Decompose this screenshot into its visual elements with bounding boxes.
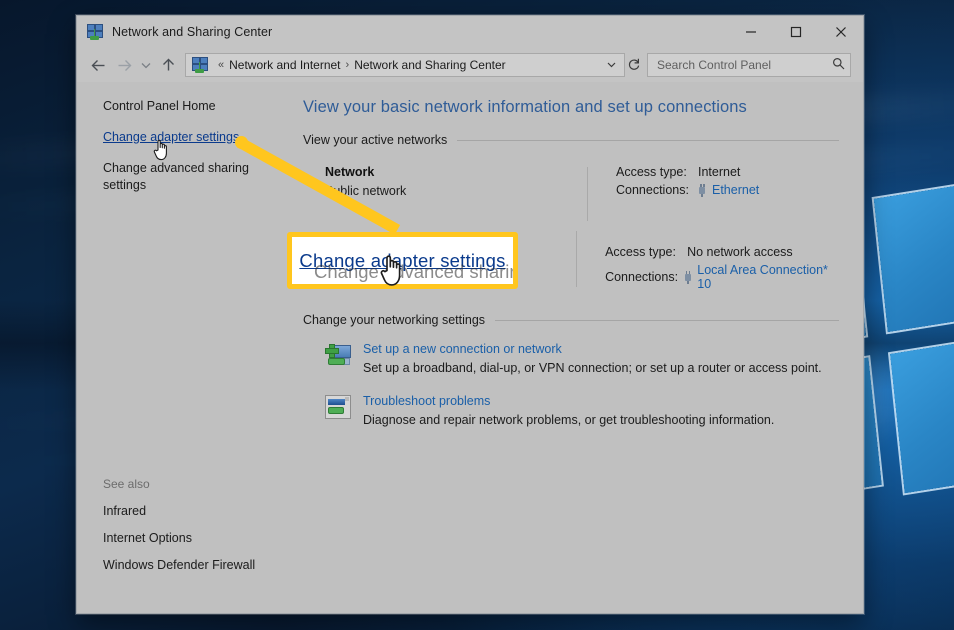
troubleshoot-icon	[325, 393, 363, 427]
task-troubleshoot-problems[interactable]: Troubleshoot problems Diagnose and repai…	[299, 393, 839, 427]
main-content: View your basic network information and …	[283, 82, 863, 613]
window-body: Control Panel Home Change adapter settin…	[77, 82, 863, 613]
window-titlebar: Network and Sharing Center	[77, 16, 863, 48]
task-text: Troubleshoot problems Diagnose and repai…	[363, 393, 774, 427]
sidebar-item-change-adapter-settings-wrap: Change adapter settings	[103, 129, 263, 146]
breadcrumb-separator: ›	[345, 59, 350, 71]
see-also-section: See also Infrared Internet Options Windo…	[103, 477, 273, 585]
see-also-item-internet-options[interactable]: Internet Options	[103, 531, 273, 545]
search-icon[interactable]	[832, 57, 845, 73]
address-bar[interactable]: « Network and Internet › Network and Sha…	[185, 53, 625, 77]
breadcrumb-item-network-and-internet[interactable]: Network and Internet	[229, 58, 340, 72]
back-arrow-icon[interactable]	[85, 52, 111, 78]
up-arrow-icon[interactable]	[155, 52, 181, 78]
task-link-set-up-new-connection[interactable]: Set up a new connection or network	[363, 342, 822, 356]
address-bar-row: « Network and Internet › Network and Sha…	[77, 48, 863, 82]
chevron-down-icon[interactable]	[603, 60, 620, 71]
connections-label: Connections:	[616, 183, 689, 197]
network-name: Network	[325, 165, 375, 179]
network-type: Public network	[325, 184, 407, 198]
connections-row: Connections: Local Area Connection* 10	[605, 263, 839, 291]
active-networks-heading-text: View your active networks	[303, 133, 448, 147]
minimize-button[interactable]	[728, 16, 773, 48]
heading-rule	[457, 139, 839, 141]
new-connection-icon	[325, 341, 363, 375]
window-controls	[728, 16, 863, 48]
network-sharing-center-icon	[191, 57, 208, 73]
sidebar-item-change-advanced-sharing-settings[interactable]: Change advanced sharing settings	[103, 160, 263, 194]
close-button[interactable]	[818, 16, 863, 48]
task-description: Diagnose and repair network problems, or…	[363, 413, 775, 427]
heading-rule	[495, 319, 839, 321]
see-also-label: See also	[103, 477, 150, 491]
task-set-up-new-connection[interactable]: Set up a new connection or network Set u…	[299, 341, 839, 375]
sidebar: Control Panel Home Change adapter settin…	[77, 82, 283, 613]
windows-logo-pane	[873, 175, 954, 333]
access-type-label: Access type:	[616, 165, 687, 179]
maximize-button[interactable]	[773, 16, 818, 48]
connections-row: Connections: Ethernet	[616, 183, 759, 197]
forward-arrow-icon	[111, 52, 137, 78]
breadcrumb[interactable]: « Network and Internet › Network and Sha…	[191, 57, 603, 73]
access-type-row: Access type: No network access	[605, 245, 839, 259]
search-input[interactable]	[655, 57, 832, 73]
network-adapter-icon	[684, 270, 692, 284]
network-and-sharing-center-window: Network and Sharing Center « Network and…	[76, 15, 864, 614]
sidebar-item-change-adapter-settings[interactable]: Change adapter settings	[103, 130, 239, 144]
network-adapter-icon	[698, 183, 706, 197]
network-details: Access type: No network access Connectio…	[577, 229, 839, 295]
see-also-item-infrared[interactable]: Infrared	[103, 504, 273, 518]
task-description: Set up a broadband, dial-up, or VPN conn…	[363, 361, 822, 375]
sidebar-item-control-panel-home[interactable]: Control Panel Home	[103, 98, 263, 115]
see-also-item-windows-defender-firewall[interactable]: Windows Defender Firewall	[103, 558, 273, 572]
task-text: Set up a new connection or network Set u…	[363, 341, 822, 375]
network-sharing-center-icon	[86, 24, 103, 40]
network-identity	[325, 229, 576, 295]
network-row: Access type: No network access Connectio…	[299, 229, 839, 295]
change-settings-heading-text: Change your networking settings	[303, 313, 486, 327]
access-type-value: Internet	[698, 165, 741, 179]
access-type-value: No network access	[687, 245, 793, 259]
breadcrumb-overflow[interactable]: «	[218, 59, 224, 71]
access-type-row: Access type: Internet	[616, 165, 759, 179]
page-title: View your basic network information and …	[303, 98, 747, 116]
change-settings-heading: Change your networking settings	[303, 313, 839, 327]
chevron-down-icon[interactable]	[137, 52, 155, 78]
network-identity: Network Public network	[325, 165, 587, 229]
connection-link-ethernet[interactable]: Ethernet	[712, 183, 759, 197]
network-details: Access type: Internet Connections: Ether…	[588, 165, 759, 229]
windows-logo-pane	[890, 330, 954, 494]
search-box[interactable]	[647, 53, 851, 77]
network-row: Network Public network Access type: Inte…	[299, 165, 839, 229]
change-settings-section: Change your networking settings Set up a…	[299, 313, 839, 427]
refresh-icon[interactable]	[625, 57, 641, 74]
active-networks-list: Network Public network Access type: Inte…	[299, 165, 839, 295]
active-networks-heading: View your active networks	[303, 133, 839, 147]
task-link-troubleshoot-problems[interactable]: Troubleshoot problems	[363, 394, 774, 408]
access-type-label: Access type:	[605, 245, 676, 259]
desktop: Network and Sharing Center « Network and…	[0, 0, 954, 630]
connection-link-local-area-connection[interactable]: Local Area Connection* 10	[697, 263, 839, 291]
connections-label: Connections:	[605, 270, 679, 284]
breadcrumb-item-network-and-sharing-center[interactable]: Network and Sharing Center	[354, 58, 505, 72]
window-title: Network and Sharing Center	[112, 25, 273, 39]
